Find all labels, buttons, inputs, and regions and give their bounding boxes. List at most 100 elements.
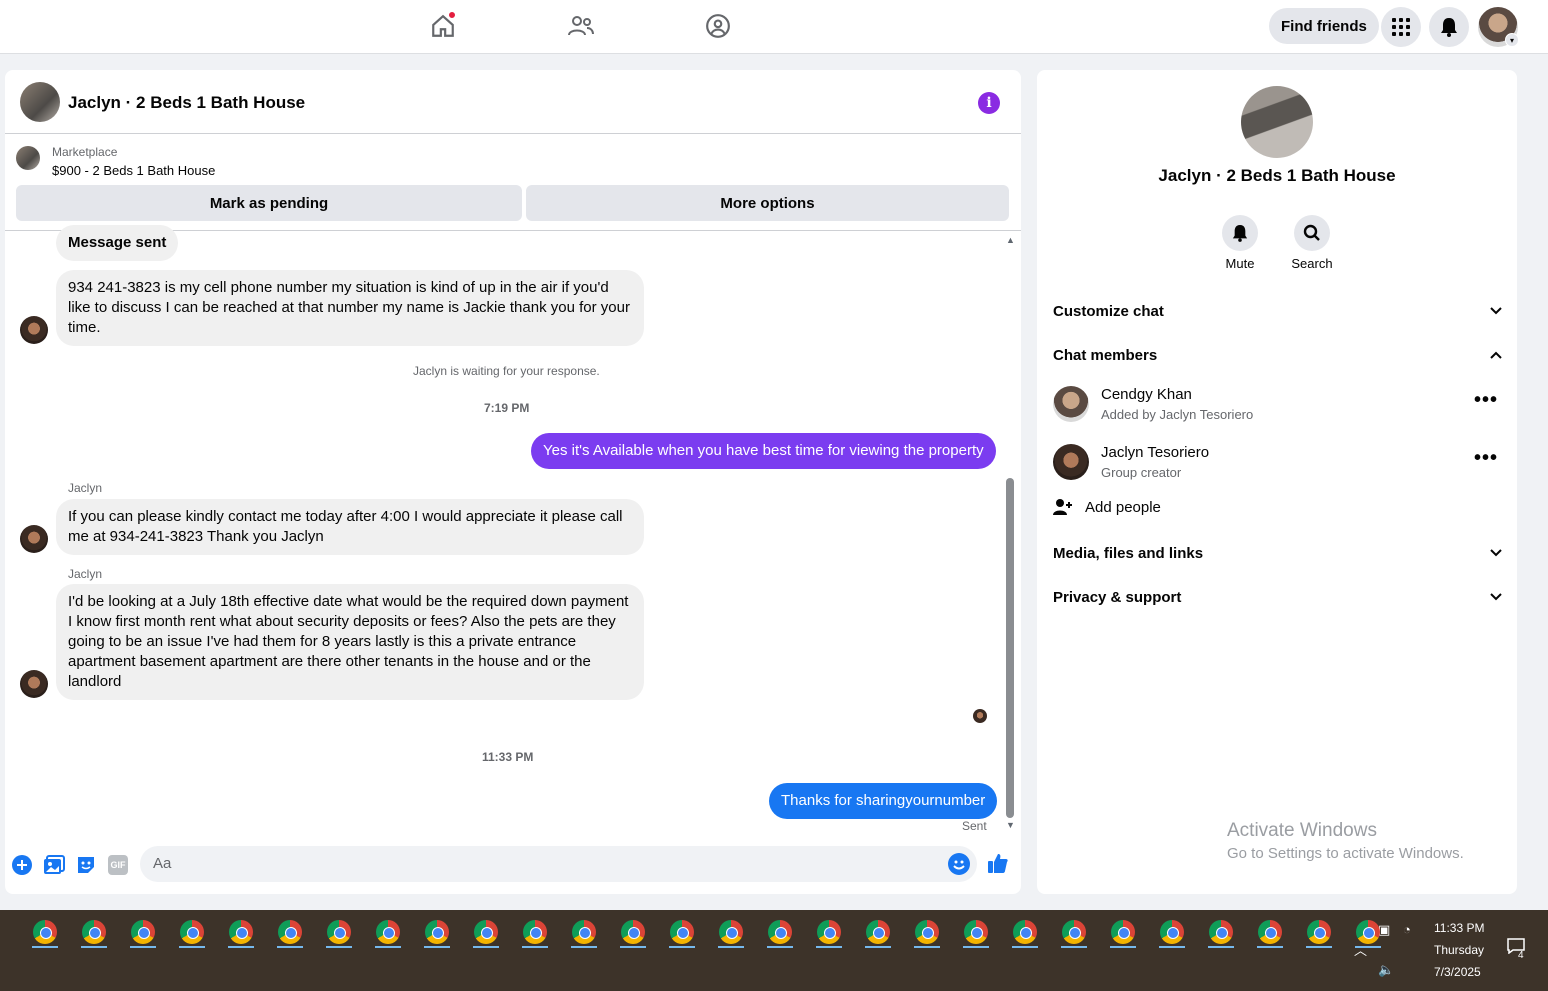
browser-taskbar-icon[interactable] <box>866 920 890 944</box>
sender-avatar[interactable] <box>20 525 48 553</box>
browser-taskbar-icon[interactable] <box>1013 920 1037 944</box>
member-name[interactable]: Jaclyn Tesoriero <box>1101 444 1209 461</box>
add-people-button[interactable]: Add people <box>1053 498 1161 516</box>
scroll-down-arrow[interactable]: ▼ <box>1006 820 1015 830</box>
browser-taskbar-icon[interactable] <box>1356 920 1380 944</box>
windows-taskbar: ︿ ▣ ◔ 🔈 11:33 PM Thursday 7/3/2025 4 <box>0 910 1548 991</box>
chat-members-label: Chat members <box>1053 346 1158 364</box>
message-list[interactable]: Message sent 934 241-3823 is my cell pho… <box>5 225 1021 839</box>
browser-taskbar-icon[interactable] <box>82 920 106 944</box>
open-window-indicator <box>767 946 793 948</box>
open-window-indicator <box>228 946 254 948</box>
browser-taskbar-icon[interactable] <box>474 920 498 944</box>
chevron-up-icon <box>1490 351 1502 359</box>
message-input[interactable]: Aa <box>140 846 977 882</box>
more-options-icon[interactable]: ••• <box>1474 389 1498 412</box>
chevron-down-icon[interactable]: ▾ <box>1505 33 1519 47</box>
browser-taskbar-icon[interactable] <box>229 920 253 944</box>
listing-title[interactable]: $900 - 2 Beds 1 Bath House <box>52 163 215 178</box>
member-avatar[interactable] <box>1053 386 1089 422</box>
home-icon[interactable] <box>423 8 463 44</box>
bell-icon[interactable] <box>1222 215 1258 251</box>
search-icon[interactable] <box>1294 215 1330 251</box>
browser-taskbar-icon[interactable] <box>1062 920 1086 944</box>
browser-taskbar-icon[interactable] <box>327 920 351 944</box>
message-bubble: Message sent <box>56 225 179 261</box>
browser-taskbar-icon[interactable] <box>1160 920 1184 944</box>
sender-avatar[interactable] <box>20 316 48 344</box>
browser-taskbar-icon[interactable] <box>33 920 57 944</box>
photo-icon[interactable] <box>43 854 65 876</box>
browser-taskbar-icon[interactable] <box>817 920 841 944</box>
emoji-icon[interactable] <box>948 853 970 875</box>
browser-taskbar-icon[interactable] <box>425 920 449 944</box>
scroll-up-arrow[interactable]: ▲ <box>1006 235 1015 245</box>
timestamp: 11:33 PM <box>482 750 534 764</box>
search-label[interactable]: Search <box>1282 256 1342 271</box>
find-friends-button[interactable]: Find friends <box>1269 8 1379 44</box>
browser-taskbar-icon[interactable] <box>1258 920 1282 944</box>
browser-taskbar-icon[interactable] <box>572 920 596 944</box>
browser-taskbar-icon[interactable] <box>1307 920 1331 944</box>
browser-taskbar-icon[interactable] <box>621 920 645 944</box>
marketplace-label: Marketplace <box>52 145 118 159</box>
info-title: Jaclyn · 2 Beds 1 Bath House <box>1158 166 1396 185</box>
chevron-down-icon <box>1490 593 1502 601</box>
wifi-icon[interactable]: ◔ <box>1403 922 1411 937</box>
listing-photo[interactable] <box>1241 86 1313 158</box>
volume-icon[interactable]: 🔈 <box>1378 962 1394 978</box>
browser-taskbar-icon[interactable] <box>376 920 400 944</box>
plus-icon[interactable] <box>11 854 33 876</box>
like-icon[interactable] <box>987 852 1009 874</box>
clock-day[interactable]: Thursday <box>1434 943 1484 957</box>
listing-avatar[interactable] <box>20 82 60 122</box>
groups-icon[interactable] <box>698 8 738 44</box>
browser-taskbar-icon[interactable] <box>768 920 792 944</box>
open-window-indicator <box>130 946 156 948</box>
customize-chat-label: Customize chat <box>1053 302 1164 320</box>
message-bubble: 934 241-3823 is my cell phone number my … <box>56 270 644 346</box>
browser-taskbar-icon[interactable] <box>131 920 155 944</box>
open-window-indicator <box>865 946 891 948</box>
add-people-label: Add people <box>1085 498 1161 516</box>
mark-pending-button[interactable]: Mark as pending <box>16 185 522 221</box>
chevron-down-icon <box>1490 307 1502 315</box>
privacy-support-row[interactable]: Privacy & support <box>1053 585 1503 609</box>
more-options-button[interactable]: More options <box>526 185 1009 221</box>
activate-windows-title: Activate Windows <box>1227 820 1377 841</box>
sticker-icon[interactable] <box>75 854 97 876</box>
sender-avatar[interactable] <box>20 670 48 698</box>
browser-taskbar-icon[interactable] <box>1209 920 1233 944</box>
chat-title[interactable]: Jaclyn · 2 Beds 1 Bath House <box>68 93 305 113</box>
browser-taskbar-icon[interactable] <box>670 920 694 944</box>
browser-taskbar-icon[interactable] <box>180 920 204 944</box>
browser-taskbar-icon[interactable] <box>1111 920 1135 944</box>
browser-taskbar-icon[interactable] <box>964 920 988 944</box>
browser-taskbar-icon[interactable] <box>278 920 302 944</box>
member-name[interactable]: Cendgy Khan <box>1101 386 1192 403</box>
browser-taskbar-icon[interactable] <box>719 920 743 944</box>
info-icon[interactable]: i <box>978 92 1000 114</box>
sent-status: Sent <box>962 819 987 833</box>
browser-taskbar-icon[interactable] <box>915 920 939 944</box>
open-window-indicator <box>277 946 303 948</box>
media-files-row[interactable]: Media, files and links <box>1053 541 1503 565</box>
open-window-indicator <box>1012 946 1038 948</box>
scrollbar-thumb[interactable] <box>1006 478 1014 818</box>
clock-date[interactable]: 7/3/2025 <box>1434 965 1481 979</box>
member-avatar[interactable] <box>1053 444 1089 480</box>
customize-chat-row[interactable]: Customize chat <box>1053 299 1503 323</box>
gif-icon[interactable]: GIF <box>107 854 129 876</box>
mute-label[interactable]: Mute <box>1210 256 1270 271</box>
message-composer: GIF Aa <box>5 846 1021 886</box>
browser-taskbar-icon[interactable] <box>523 920 547 944</box>
bell-icon[interactable] <box>1429 7 1469 47</box>
listing-thumbnail[interactable] <box>16 146 40 170</box>
add-person-icon <box>1053 499 1072 515</box>
friends-icon[interactable] <box>561 8 601 44</box>
open-window-indicator <box>1306 946 1332 948</box>
chat-members-row[interactable]: Chat members <box>1053 343 1503 367</box>
more-options-icon[interactable]: ••• <box>1474 447 1498 470</box>
menu-grid-icon[interactable] <box>1381 7 1421 47</box>
clock-time[interactable]: 11:33 PM <box>1434 921 1484 935</box>
